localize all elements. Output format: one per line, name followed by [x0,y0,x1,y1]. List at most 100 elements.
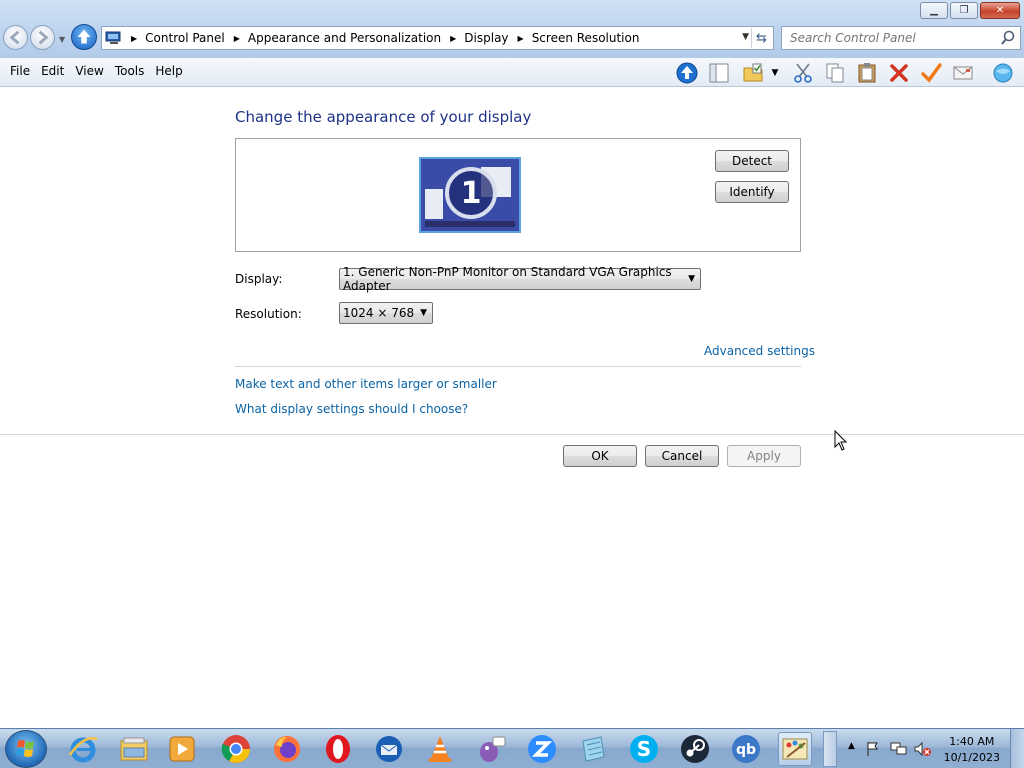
address-bar[interactable]: ▶ Control Panel ▶ Appearance and Persona… [101,26,774,50]
display-select[interactable]: 1. Generic Non-PnP Monitor on Standard V… [339,265,701,293]
recent-pages-dropdown-icon[interactable]: ▼ [59,35,65,44]
taskbar-vlc[interactable] [423,732,457,766]
taskbar-thunderbird[interactable] [372,732,406,766]
display-select-value: 1. Generic Non-PnP Monitor on Standard V… [343,265,672,293]
close-icon: ✕ [995,5,1005,16]
media-player-icon [169,736,195,762]
taskbar-zoom[interactable] [525,732,559,766]
resolution-select-value: 1024 × 768 [343,306,415,320]
taskbar-file-explorer[interactable] [117,732,151,766]
menu-help[interactable]: Help [151,64,189,78]
resolution-label: Resolution: [235,307,302,321]
menu-tools[interactable]: Tools [111,64,152,78]
forward-button[interactable] [30,25,55,50]
advanced-settings-link[interactable]: Advanced settings [704,344,815,358]
toolbar-email-button[interactable] [951,61,975,85]
paint-icon [782,738,808,760]
taskbar-internet-explorer[interactable] [66,732,100,766]
clock[interactable]: 1:40 AM 10/1/2023 [944,734,1000,766]
taskbar-pidgin[interactable] [474,732,508,766]
skype-icon: S [630,735,658,763]
taskbar-media-player[interactable] [165,732,199,766]
control-panel-icon [105,31,121,44]
taskbar-opera[interactable] [321,732,355,766]
taskbar-steam[interactable] [678,732,712,766]
folder-options-dropdown-icon[interactable]: ▼ [768,61,782,85]
menu-file[interactable]: File [0,64,37,78]
taskbar: S qb ▲ 1:40 AM 10/1/2023 [0,728,1024,768]
action-center-flag-icon[interactable] [866,741,880,757]
resolution-select[interactable]: 1024 × 768 ▼ [339,302,433,324]
chevron-down-icon: ▼ [688,274,695,284]
minimize-button[interactable]: ▁ [920,2,948,19]
taskbar-chrome[interactable] [219,732,253,766]
toolbar-paste-button[interactable] [855,61,879,85]
show-desktop-button[interactable] [1010,729,1024,768]
toolbar-folder-options-button[interactable] [741,61,765,85]
system-tray: ▲ 1:40 AM 10/1/2023 [828,729,1024,768]
network-icon[interactable] [890,741,908,757]
toolbar-copy-button[interactable] [823,61,847,85]
toolbar-pane-button[interactable] [707,61,731,85]
search-input[interactable] [790,31,990,45]
firefox-icon [274,736,300,762]
opera-icon [326,735,350,763]
monitor-1-thumbnail[interactable]: 1 [419,157,521,233]
pane-icon [709,63,729,83]
breadcrumb: ▶ Control Panel ▶ Appearance and Persona… [131,31,648,45]
minimize-icon: ▁ [930,5,938,16]
menu: File Edit View Tools Help [0,64,190,78]
taskbar-notepad[interactable] [576,732,610,766]
breadcrumb-screen-resolution[interactable]: Screen Resolution [532,31,640,45]
volume-muted-icon[interactable] [914,741,932,757]
ok-button[interactable]: OK [563,445,637,467]
menu-edit[interactable]: Edit [37,64,71,78]
refresh-icon[interactable]: ⇆ [751,28,771,48]
toolbar-check-button[interactable] [919,61,943,85]
steam-icon [681,735,709,763]
breadcrumb-appearance[interactable]: Appearance and Personalization [248,31,441,45]
paste-icon [858,63,876,83]
screen-resolution-panel: Change the appearance of your display 1 … [0,88,1024,728]
toolbar-cut-button[interactable] [791,61,815,85]
chevron-right-icon: ▶ [131,33,138,43]
taskbar-qbittorrent[interactable]: qb [729,732,763,766]
identify-button[interactable]: Identify [715,181,789,203]
restore-button[interactable]: ❐ [950,2,978,19]
chevron-right-icon: ▶ [517,33,524,43]
breadcrumb-control-panel[interactable]: Control Panel [145,31,225,45]
apply-button[interactable]: Apply [727,445,801,467]
detect-button[interactable]: Detect [715,150,789,172]
chevron-right-icon: ▶ [233,33,240,43]
taskbar-skype[interactable]: S [627,732,661,766]
menu-view[interactable]: View [71,64,110,78]
show-hidden-icons-icon[interactable]: ▲ [848,741,855,751]
search-box[interactable] [781,26,1021,50]
toolbar-up-button[interactable] [675,61,699,85]
display-help-link[interactable]: What display settings should I choose? [235,402,468,416]
toolbar-web-button[interactable] [991,61,1015,85]
display-label: Display: [235,272,283,286]
windows-logo-icon [16,740,34,757]
vlc-icon [429,736,451,762]
copy-icon [826,63,844,83]
folder-options-icon [743,63,763,82]
close-button[interactable]: ✕ [980,2,1020,19]
breadcrumb-display[interactable]: Display [464,31,508,45]
up-level-button[interactable] [71,24,97,50]
window-titlebar: ▁ ❐ ✕ ▼ ▶ Control Panel ▶ Appearance and… [0,0,1024,58]
text-size-link[interactable]: Make text and other items larger or smal… [235,377,497,391]
start-button[interactable] [5,730,47,768]
back-button[interactable] [3,25,28,50]
delete-icon [890,64,908,82]
taskbar-paint[interactable] [778,732,812,766]
divider [235,366,801,367]
zoom-icon [528,735,556,763]
cancel-button[interactable]: Cancel [645,445,719,467]
toolbar-delete-button[interactable] [887,61,911,85]
svg-text:qb: qb [736,742,756,758]
address-dropdown-icon[interactable]: ▼ [742,32,749,42]
chevron-down-icon: ▼ [420,308,427,318]
taskbar-firefox[interactable] [270,732,304,766]
search-icon[interactable] [1000,30,1016,46]
